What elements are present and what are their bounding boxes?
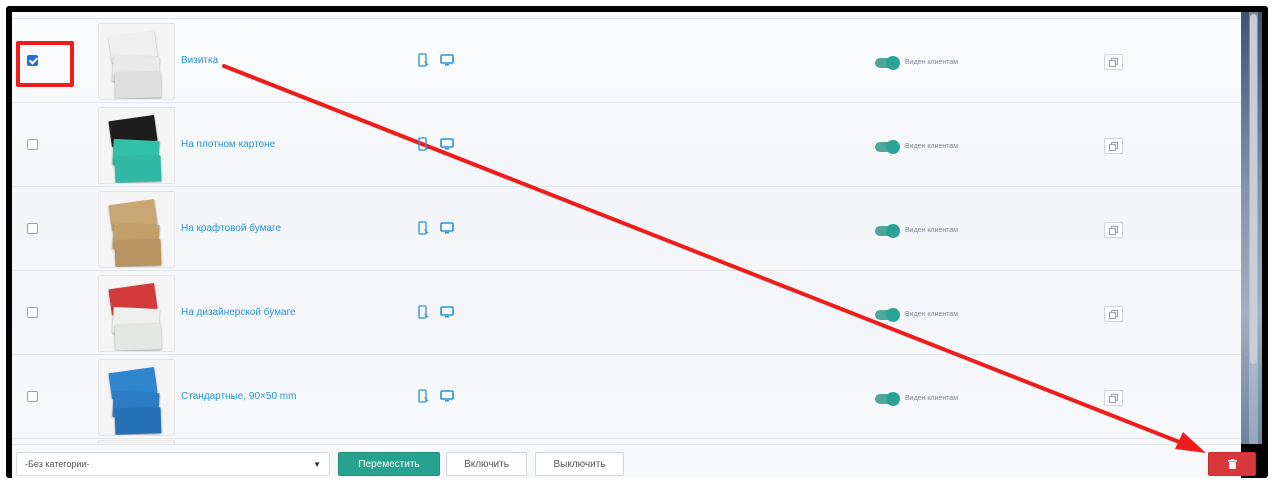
trash-icon (1227, 459, 1237, 469)
mobile-icon[interactable] (417, 53, 431, 67)
row-checkbox[interactable] (27, 391, 38, 402)
delete-button[interactable] (1208, 452, 1256, 476)
copy-icon (1109, 57, 1118, 67)
row-checkbox[interactable] (27, 223, 38, 234)
copy-icon (1109, 141, 1118, 151)
copy-icon (1109, 225, 1118, 235)
device-visibility-icons (417, 305, 454, 319)
product-name-link[interactable]: На плотном картоне (181, 139, 275, 150)
desktop-icon[interactable] (440, 221, 454, 235)
copy-icon (1109, 309, 1118, 319)
mobile-icon[interactable] (417, 305, 431, 319)
mobile-icon[interactable] (417, 221, 431, 235)
desktop-icon[interactable] (440, 137, 454, 151)
product-thumbnail[interactable] (98, 23, 175, 100)
scrollbar-thumb[interactable] (1250, 14, 1257, 364)
device-visibility-icons (417, 389, 454, 403)
visibility-toggle[interactable] (875, 392, 900, 406)
category-select-value: -Без категории- (25, 459, 90, 469)
visibility-label: Виден клиентам (905, 59, 959, 66)
copy-button[interactable] (1104, 306, 1123, 322)
move-button[interactable]: Переместить (338, 452, 440, 476)
copy-button[interactable] (1104, 138, 1123, 154)
copy-button[interactable] (1104, 54, 1123, 70)
product-name-link[interactable]: Визитка (181, 55, 218, 66)
product-thumbnail[interactable] (98, 191, 175, 268)
copy-button[interactable] (1104, 390, 1123, 406)
mobile-icon[interactable] (417, 137, 431, 151)
product-name-link[interactable]: На крафтовой бумаге (181, 223, 281, 234)
copy-icon (1109, 393, 1118, 403)
row-checkbox[interactable] (27, 307, 38, 318)
product-thumbnail[interactable] (98, 107, 175, 184)
visibility-label: Виден клиентам (905, 143, 959, 150)
device-visibility-icons (417, 221, 454, 235)
visibility-toggle[interactable] (875, 308, 900, 322)
desktop-icon[interactable] (440, 389, 454, 403)
product-thumbnail[interactable] (98, 359, 175, 436)
desktop-icon[interactable] (440, 305, 454, 319)
category-select[interactable]: -Без категории- ▼ (16, 452, 330, 476)
device-visibility-icons (417, 137, 454, 151)
desktop-icon[interactable] (440, 53, 454, 67)
row-checkbox[interactable] (27, 55, 38, 66)
visibility-toggle[interactable] (875, 56, 900, 70)
product-name-link[interactable]: Стандартные, 90×50 mm (181, 391, 296, 402)
product-name-link[interactable]: На дизайнерской бумаге (181, 307, 296, 318)
enable-button[interactable]: Включить (446, 452, 527, 476)
row-checkbox[interactable] (27, 139, 38, 150)
visibility-label: Виден клиентам (905, 227, 959, 234)
mobile-icon[interactable] (417, 389, 431, 403)
visibility-label: Виден клиентам (905, 311, 959, 318)
annotation-highlight-box (16, 41, 74, 87)
visibility-toggle[interactable] (875, 224, 900, 238)
device-visibility-icons (417, 53, 454, 67)
visibility-toggle[interactable] (875, 140, 900, 154)
product-thumbnail[interactable] (98, 275, 175, 352)
visibility-label: Виден клиентам (905, 395, 959, 402)
disable-button[interactable]: Выключить (535, 452, 624, 476)
copy-button[interactable] (1104, 222, 1123, 238)
chevron-down-icon: ▼ (313, 459, 321, 469)
